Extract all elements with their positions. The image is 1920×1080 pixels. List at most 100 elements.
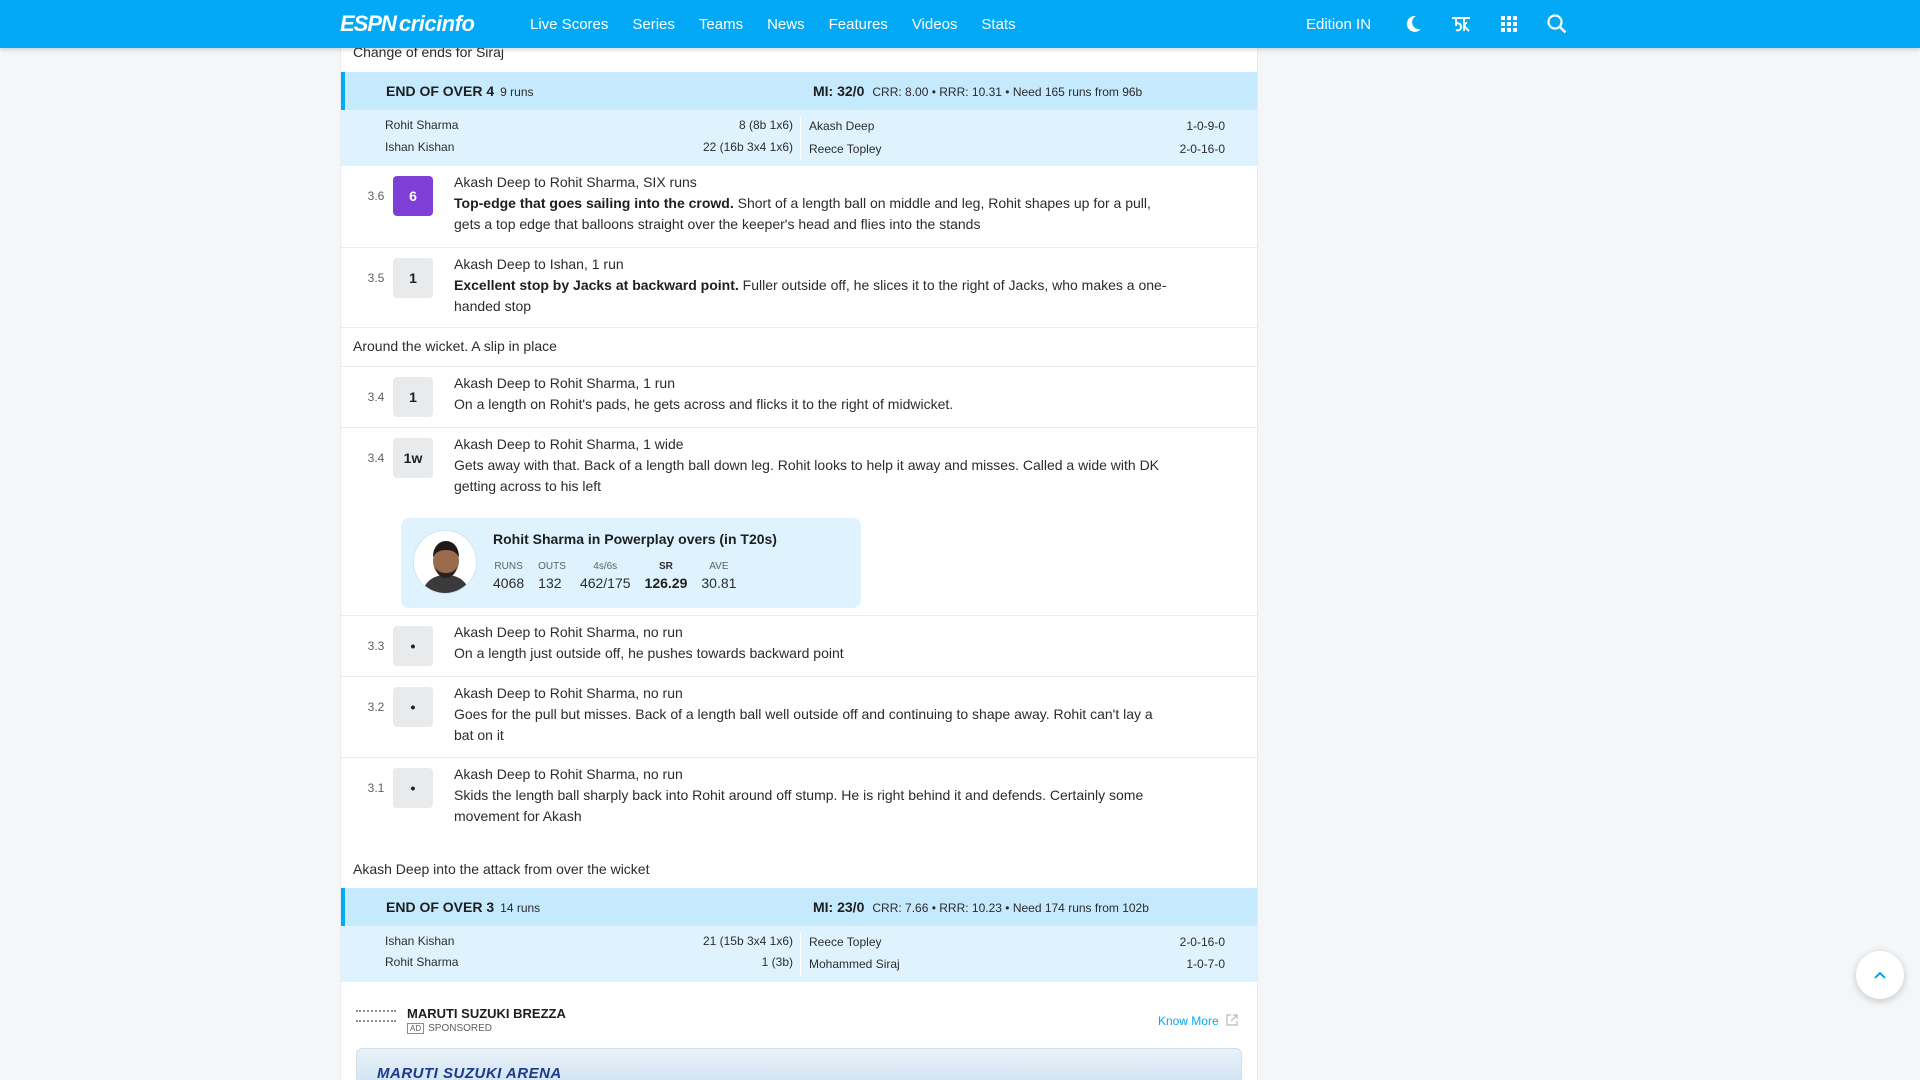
stat-average: AVE 30.81	[701, 561, 736, 591]
scroll-to-top-button[interactable]	[1856, 951, 1904, 999]
stat-card-title: Rohit Sharma in Powerplay overs (in T20s…	[493, 531, 777, 547]
nav-series[interactable]: Series	[632, 16, 675, 33]
ball-headline: Akash Deep to Rohit Sharma, no run	[454, 624, 683, 640]
nav-features[interactable]: Features	[829, 16, 888, 33]
stat-fours-sixes: 4s/6s 462/175	[580, 561, 631, 591]
bowler-name[interactable]: Akash Deep	[809, 119, 874, 133]
bowler-row[interactable]: Mohammed Siraj 1-0-7-0	[809, 957, 1225, 973]
ball-description: Excellent stop by Jacks at backward poin…	[454, 275, 1174, 317]
batter-name[interactable]: Ishan Kishan	[385, 934, 454, 948]
ad-brand-name[interactable]: MARUTI SUZUKI BREZZA	[407, 1006, 566, 1021]
nav-teams[interactable]: Teams	[699, 16, 743, 33]
bowler-name[interactable]: Mohammed Siraj	[809, 957, 900, 971]
batter-name[interactable]: Rohit Sharma	[385, 118, 458, 132]
language-icon[interactable]	[1449, 12, 1473, 36]
batter-row[interactable]: Rohit Sharma 8 (8b 1x6)	[385, 118, 793, 134]
run-rates: CRR: 7.66 • RRR: 10.23 • Need 174 runs f…	[872, 901, 1149, 915]
apps-grid-icon[interactable]	[1497, 12, 1521, 36]
bowler-row[interactable]: Reece Topley 2-0-16-0	[809, 935, 1225, 951]
ad-know-more-text[interactable]: Know More	[1158, 1014, 1219, 1028]
team-score: MI: 23/0	[813, 899, 865, 915]
commentary-note: Around the wicket. A slip in place	[353, 338, 557, 354]
ball-number: 3.6	[367, 189, 385, 203]
ball-commentary-item: 3.5 1 Akash Deep to Ishan, 1 run Excelle…	[341, 248, 1257, 328]
stat-outs: OUTS 132	[538, 561, 566, 591]
batter-row[interactable]: Rohit Sharma 1 (3b)	[385, 955, 793, 971]
batter-name[interactable]: Ishan Kishan	[385, 140, 454, 154]
ball-commentary-item: 3.6 6 Akash Deep to Rohit Sharma, SIX ru…	[341, 166, 1257, 248]
commentary-note-row: Around the wicket. A slip in place	[341, 328, 1257, 367]
chevron-up-icon	[1874, 971, 1886, 979]
nav-stats[interactable]: Stats	[981, 16, 1015, 33]
ball-headline: Akash Deep to Rohit Sharma, 1 wide	[454, 436, 684, 452]
main-nav-links: Live Scores Series Teams News Features V…	[530, 0, 1040, 48]
divider	[800, 116, 801, 160]
stat-label: RUNS	[494, 561, 523, 572]
ball-headline: Akash Deep to Rohit Sharma, 1 run	[454, 375, 676, 391]
ball-headline: Akash Deep to Rohit Sharma, no run	[454, 766, 683, 782]
nav-videos[interactable]: Videos	[912, 16, 958, 33]
ball-description: On a length on Rohit's pads, he gets acr…	[454, 396, 954, 412]
batter-row[interactable]: Ishan Kishan 22 (16b 3x4 1x6)	[385, 140, 793, 156]
ball-commentary-text: Akash Deep to Rohit Sharma, 1 wide Gets …	[454, 434, 1174, 497]
ad-know-more-link[interactable]: Know More	[1158, 1014, 1238, 1028]
ball-description: Top-edge that goes sailing into the crow…	[454, 193, 1174, 235]
batter-row[interactable]: Ishan Kishan 21 (15b 3x4 1x6)	[385, 934, 793, 950]
ball-commentary-text: Akash Deep to Ishan, 1 run Excellent sto…	[454, 254, 1174, 317]
bowler-row[interactable]: Akash Deep 1-0-9-0	[809, 119, 1225, 135]
ball-commentary-text: Akash Deep to Rohit Sharma, no run Goes …	[454, 683, 1174, 746]
ball-outcome-badge: 1	[393, 377, 433, 417]
over-summary-4: END OF OVER 4 9 runs MI: 32/0 CRR: 8.00 • …	[341, 72, 1257, 166]
ad-tag: AD	[407, 1023, 425, 1034]
stat-card-stats: RUNS 4068 OUTS 132 4s/6s 462/175 SR 126.…	[493, 561, 750, 591]
batter-name[interactable]: Rohit Sharma	[385, 955, 458, 969]
over-title-text: END OF OVER 3	[386, 899, 495, 915]
team-score-line: MI: 23/0 CRR: 7.66 • RRR: 10.23 • Need 17…	[813, 899, 1149, 915]
search-icon[interactable]	[1545, 12, 1569, 36]
ball-outcome-badge: 1	[393, 258, 433, 298]
ball-outcome-badge: 6	[393, 176, 433, 216]
ball-number: 3.1	[367, 781, 385, 795]
stat-label: SR	[659, 561, 673, 572]
nav-live-scores[interactable]: Live Scores	[530, 16, 608, 33]
bowler-name[interactable]: Reece Topley	[809, 935, 882, 949]
ball-number: 3.5	[367, 271, 385, 285]
commentary-column: Change of ends for Siraj END OF OVER 4 9 …	[340, 48, 1258, 1080]
ball-number: 3.4	[367, 390, 385, 404]
over-summary-header: END OF OVER 3 14 runs MI: 23/0 CRR: 7.66 •…	[341, 888, 1257, 926]
batter-figures: 22 (16b 3x4 1x6)	[702, 140, 793, 154]
sponsored-ad[interactable]: MARUTI SUZUKI BREZZA AD SPONSORED Know Mo…	[341, 990, 1257, 1080]
moon-icon[interactable]	[1401, 12, 1425, 36]
bowler-row[interactable]: Reece Topley 2-0-16-0	[809, 142, 1225, 158]
ball-outcome-badge: •	[393, 687, 433, 727]
stat-value: 4068	[493, 575, 525, 591]
ball-commentary-item: 3.4 1w Akash Deep to Rohit Sharma, 1 wid…	[341, 428, 1257, 616]
stat-value: 126.29	[644, 575, 688, 591]
stat-label: AVE	[709, 561, 729, 572]
bowler-name[interactable]: Reece Topley	[809, 142, 882, 156]
stat-value: 30.81	[701, 575, 737, 591]
ball-highlight: Excellent stop by Jacks at backward poin…	[454, 277, 739, 293]
ball-outcome-badge: •	[393, 768, 433, 808]
ball-headline: Akash Deep to Ishan, 1 run	[454, 256, 624, 272]
over-title-text: END OF OVER 4	[386, 83, 495, 99]
ad-banner-image[interactable]: MARUTI SUZUKI ARENA	[356, 1048, 1242, 1080]
bowler-figures: 2-0-16-0	[1179, 142, 1225, 156]
over-summary-3: END OF OVER 3 14 runs MI: 23/0 CRR: 7.66 •…	[341, 888, 1257, 982]
over-runs: 9 runs	[500, 85, 534, 99]
bowler-figures: 1-0-9-0	[1186, 119, 1225, 133]
ball-commentary-item: 3.3 • Akash Deep to Rohit Sharma, no run…	[341, 616, 1257, 677]
nav-news[interactable]: News	[767, 16, 805, 33]
logo-cricinfo-text: cricinfo	[398, 11, 475, 36]
batter-figures: 1 (3b)	[761, 955, 793, 969]
ad-sponsored-label: AD SPONSORED	[407, 1023, 492, 1034]
ball-commentary-item: 3.1 • Akash Deep to Rohit Sharma, no run…	[341, 758, 1257, 838]
espncricinfo-logo[interactable]: ESPN cricinfo	[340, 11, 475, 37]
logo-espn-text: ESPN	[340, 11, 397, 36]
edition-selector[interactable]: Edition IN	[1306, 16, 1371, 33]
ball-commentary-text: Akash Deep to Rohit Sharma, 1 run On a l…	[454, 373, 1174, 415]
divider	[800, 932, 801, 976]
ball-number: 3.3	[367, 639, 385, 653]
ball-headline: Akash Deep to Rohit Sharma, no run	[454, 685, 683, 701]
player-stat-card[interactable]: Rohit Sharma in Powerplay overs (in T20s…	[401, 518, 861, 608]
